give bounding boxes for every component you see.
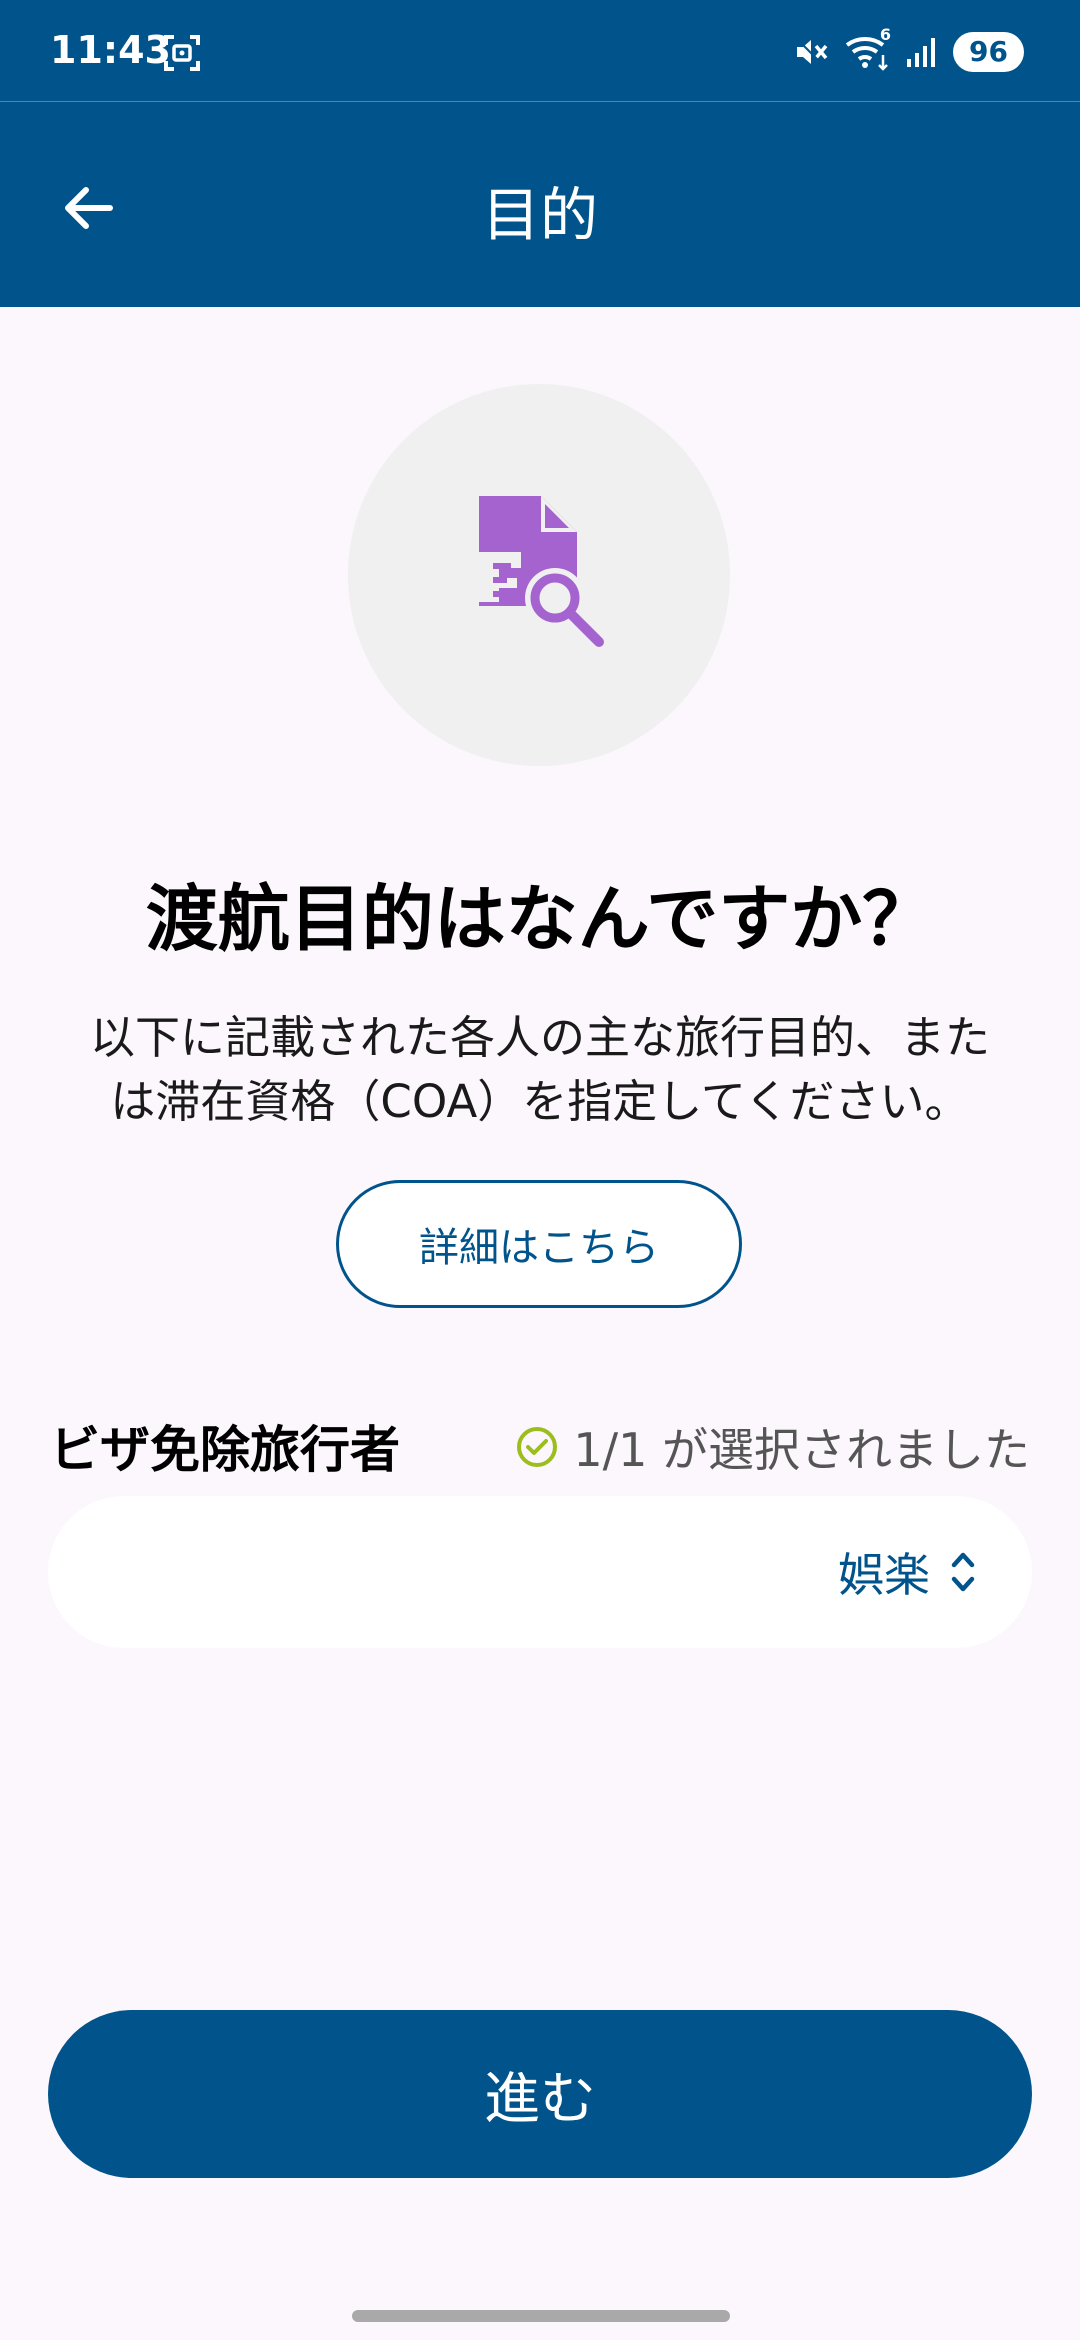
purpose-select-value: 娯楽	[838, 1548, 930, 1602]
check-circle-icon	[517, 1427, 558, 1467]
description-line-1: 以下に記載された各人の主な旅行目的、また	[89, 1011, 990, 1064]
wifi-icon: 6	[843, 25, 891, 71]
selected-status: 1/1 が選択されました	[515, 1414, 1030, 1480]
home-indicator[interactable]	[352, 2310, 730, 2322]
illustration-circle	[348, 384, 730, 766]
screenshot-icon	[164, 35, 200, 71]
traveler-type-label: ビザ免除旅行者	[50, 1421, 400, 1479]
signal-icon	[907, 38, 936, 67]
question-title: 渡航目的はなんですか？	[145, 877, 935, 961]
purpose-select[interactable]: 娯楽	[48, 1496, 1032, 1648]
mute-icon	[794, 36, 828, 68]
app-bar: 目的	[0, 102, 1080, 307]
document-search-icon	[479, 496, 604, 647]
question-description: 以下に記載された各人の主な旅行目的、また は滞在資格（COA）を指定してください…	[40, 1006, 1040, 1134]
chevron-up-down-icon	[951, 1552, 975, 1592]
network-badge: 6	[879, 25, 892, 44]
status-bar: 11:43 6 96	[0, 0, 1080, 102]
page-title: 目的	[481, 181, 598, 249]
battery-indicator: 96	[953, 32, 1024, 72]
proceed-button[interactable]: 進む	[48, 2010, 1032, 2178]
status-icons: 6 96	[791, 25, 1024, 74]
selected-count-text: 1/1 が選択されました	[573, 1423, 1030, 1477]
description-line-2: は滞在資格（COA）を指定してください。	[110, 1075, 970, 1128]
details-button[interactable]: 詳細はこちら	[336, 1180, 742, 1308]
status-time: 11:43	[50, 28, 171, 72]
